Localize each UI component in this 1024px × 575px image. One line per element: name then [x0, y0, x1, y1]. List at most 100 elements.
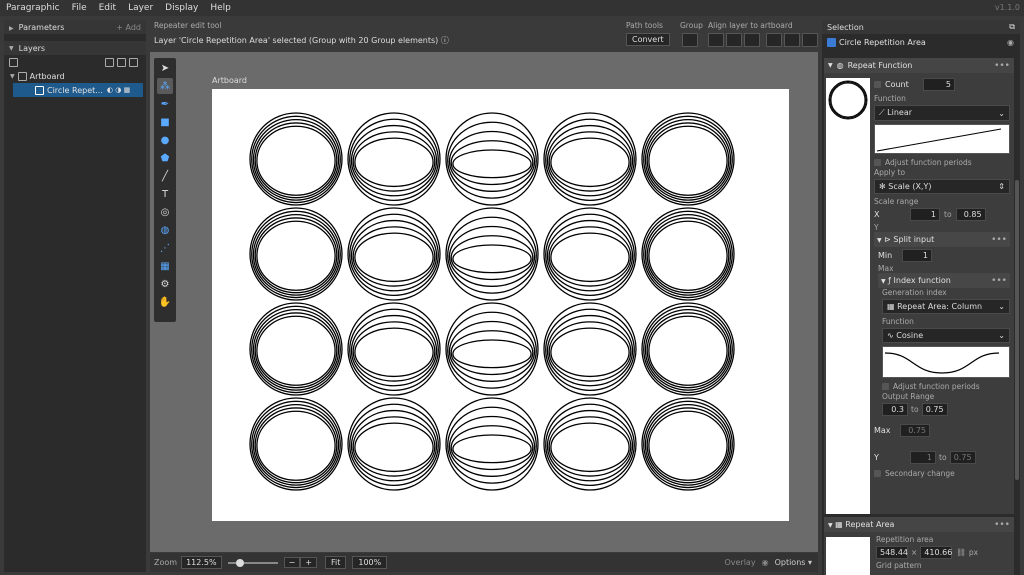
more-icon[interactable]: •••	[994, 61, 1010, 71]
split-input-header[interactable]: ▼ ⊳ Split input •••	[874, 232, 1010, 247]
convert-button[interactable]: Convert	[626, 33, 670, 46]
menu-display[interactable]: Display	[159, 3, 204, 13]
count-checkbox[interactable]	[874, 81, 881, 88]
adjust2-checkbox[interactable]	[882, 382, 889, 390]
adjust-periods-checkbox[interactable]	[874, 158, 881, 166]
align-top-icon[interactable]	[766, 33, 782, 47]
index-function-header[interactable]: ▼ ƒ Index function •••	[878, 273, 1010, 288]
zoom-slider[interactable]	[227, 558, 278, 567]
parameters-header[interactable]: ▶ Parameters + Add	[4, 20, 146, 34]
circle-group[interactable]	[347, 397, 441, 491]
x-from-input[interactable]: 1	[910, 208, 940, 221]
grid-repeat-icon[interactable]: ▦	[157, 258, 173, 274]
zoom-in-button[interactable]: +	[300, 557, 317, 568]
circle-group[interactable]	[249, 302, 343, 396]
max2-input[interactable]: 0.75	[900, 424, 930, 437]
circle-group[interactable]	[641, 302, 735, 396]
artboard[interactable]	[212, 89, 789, 521]
rep-width-input[interactable]: 548.44	[876, 546, 908, 559]
zoom-100-button[interactable]: 100%	[352, 556, 388, 569]
repeat-area-header[interactable]: ▼ ▦ Repeat Area •••	[824, 517, 1014, 532]
pen-tool-icon[interactable]: ✒	[157, 96, 173, 112]
circle-group[interactable]	[641, 207, 735, 301]
group-icon[interactable]	[117, 57, 126, 67]
menu-help[interactable]: Help	[204, 3, 237, 13]
fit-button[interactable]: Fit	[324, 556, 347, 569]
y2-from-input[interactable]: 1	[910, 451, 936, 464]
gen-index-dropdown[interactable]: ▦ Repeat Area: Column ⌄	[882, 299, 1010, 314]
count-input[interactable]: 5	[923, 78, 955, 91]
duplicate-icon[interactable]	[105, 57, 114, 67]
polygon-tool-icon[interactable]: ⬟	[157, 150, 173, 166]
out-from-input[interactable]: 0.3	[882, 403, 908, 416]
link-icon[interactable]: ⛓	[956, 548, 966, 557]
circle-group[interactable]	[543, 207, 637, 301]
apply-to-dropdown[interactable]: ✻ Scale (X,Y) ⇕	[874, 179, 1010, 194]
zoom-slider-handle[interactable]	[235, 558, 244, 567]
circle-group[interactable]	[543, 302, 637, 396]
gear-icon[interactable]: ⚙	[157, 276, 173, 292]
spiral-tool-icon[interactable]: ◎	[157, 204, 173, 220]
select-tool-icon[interactable]: ➤	[157, 60, 173, 76]
new-layer-icon[interactable]	[9, 57, 18, 67]
secondary-checkbox[interactable]	[874, 469, 881, 477]
circle-group[interactable]	[347, 207, 441, 301]
circle-group[interactable]	[249, 397, 343, 491]
circle-group[interactable]	[249, 207, 343, 301]
rectangle-tool-icon[interactable]: ■	[157, 114, 173, 130]
circle-group[interactable]	[641, 397, 735, 491]
circle-grid[interactable]	[212, 89, 789, 521]
rep-height-input[interactable]: 410.66	[920, 546, 953, 559]
circle-group[interactable]	[347, 302, 441, 396]
y2-to-input[interactable]: 0.75	[949, 451, 976, 464]
circle-group[interactable]	[445, 302, 539, 396]
menu-layer[interactable]: Layer	[122, 3, 159, 13]
right-scrollbar[interactable]	[1015, 180, 1019, 480]
repeat-tool-icon[interactable]: ◍	[157, 222, 173, 238]
function2-dropdown[interactable]: ∿ Cosine ⌄	[882, 328, 1010, 343]
out-to-input[interactable]: 0.75	[921, 403, 948, 416]
eye-icon[interactable]: ◉	[762, 558, 769, 567]
align-vcenter-icon[interactable]	[784, 33, 800, 47]
circle-group[interactable]	[543, 397, 637, 491]
add-parameter-button[interactable]: + Add	[116, 23, 141, 32]
path-repeat-icon[interactable]: ⋰	[157, 240, 173, 256]
delete-icon[interactable]	[129, 57, 138, 67]
zoom-input[interactable]: 112.5%	[181, 556, 222, 569]
circle-group[interactable]	[641, 112, 735, 206]
circle-group[interactable]	[445, 207, 539, 301]
menu-edit[interactable]: Edit	[93, 3, 122, 13]
more-icon[interactable]: •••	[994, 520, 1010, 530]
align-left-icon[interactable]	[708, 33, 724, 47]
adjust-periods-row[interactable]: Adjust function periods	[874, 156, 1010, 168]
circle-group[interactable]	[445, 112, 539, 206]
options-button[interactable]: Options ▾	[775, 558, 812, 567]
line-tool-icon[interactable]: ╱	[157, 168, 173, 184]
function-dropdown[interactable]: ⟋ Linear ⌄	[874, 105, 1010, 121]
info-icon[interactable]: ⓘ	[441, 36, 449, 45]
circle-group[interactable]	[445, 397, 539, 491]
layers-header[interactable]: ▼ Layers	[4, 41, 146, 55]
export-icon[interactable]: ⧉	[1009, 22, 1015, 32]
layer-circle-repetition[interactable]: Circle Repet... ◐ ◑ ▦	[13, 83, 143, 97]
align-right-icon[interactable]	[744, 33, 760, 47]
group-button[interactable]	[682, 33, 698, 47]
secondary-row[interactable]: Secondary change	[874, 467, 1010, 479]
repeater-tool-icon[interactable]: ⁂	[157, 78, 173, 94]
more-icon[interactable]: •••	[991, 276, 1007, 286]
x-to-input[interactable]: 0.85	[955, 208, 986, 221]
more-icon[interactable]: •••	[991, 235, 1007, 245]
adjust2-row[interactable]: Adjust function periods	[882, 380, 1010, 392]
zoom-out-button[interactable]: −	[283, 557, 301, 568]
ellipse-tool-icon[interactable]: ●	[157, 132, 173, 148]
text-tool-icon[interactable]: T	[157, 186, 173, 202]
align-bottom-icon[interactable]	[802, 33, 818, 47]
hand-tool-icon[interactable]: ✋	[157, 294, 173, 310]
layer-artboard[interactable]: ▼ Artboard	[4, 69, 146, 83]
min-input[interactable]: 1	[902, 249, 932, 262]
menu-file[interactable]: File	[66, 3, 93, 13]
circle-group[interactable]	[543, 112, 637, 206]
visibility-icon[interactable]: ◉	[1007, 38, 1014, 47]
menu-app[interactable]: Paragraphic	[0, 3, 66, 13]
align-hcenter-icon[interactable]	[726, 33, 742, 47]
